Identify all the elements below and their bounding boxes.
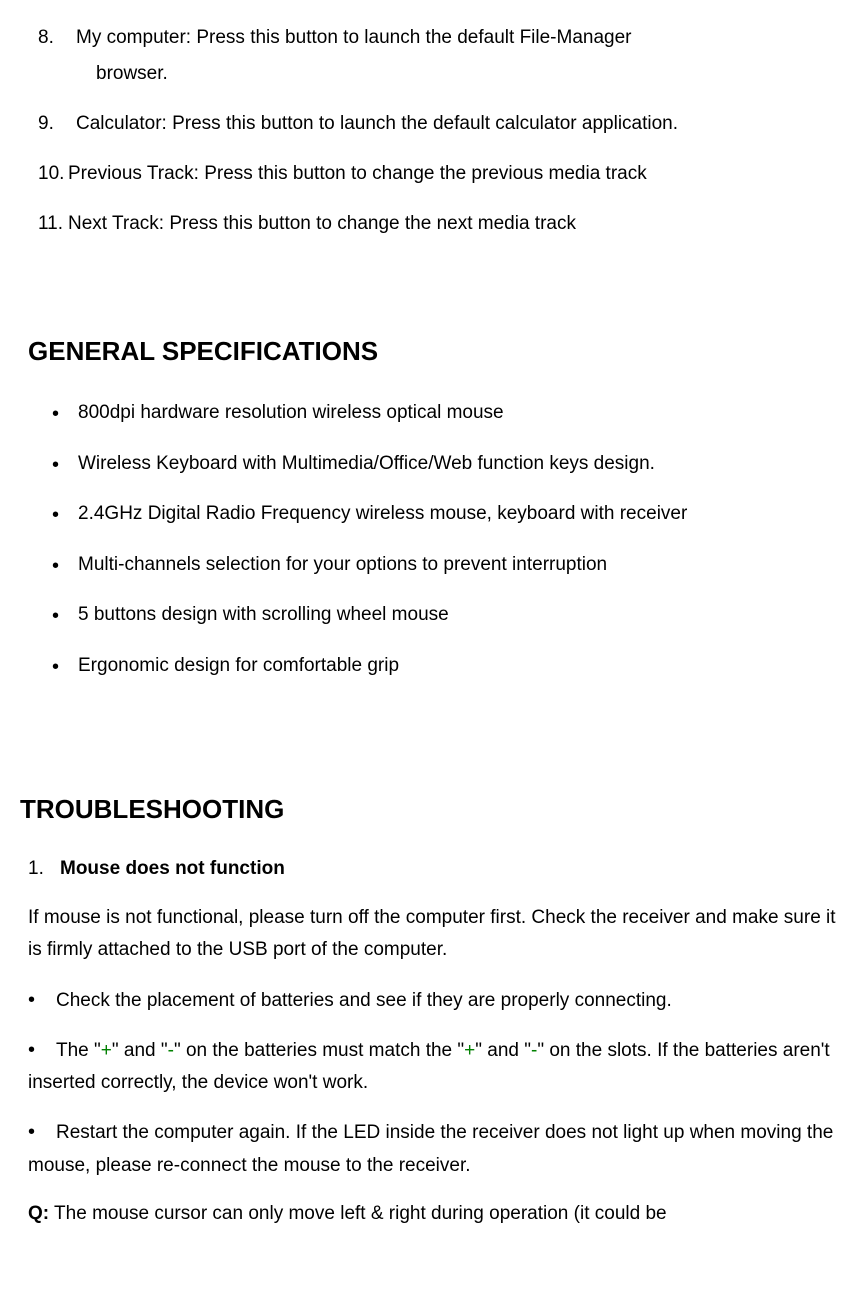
item-number: 11.	[38, 206, 68, 242]
q-text: The mouse cursor can only move left & ri…	[49, 1203, 666, 1224]
ts-question: Q: The mouse cursor can only move left &…	[28, 1198, 839, 1230]
ts-item-title: Mouse does not function	[60, 858, 285, 879]
spec-item: 5 buttons design with scrolling wheel mo…	[52, 601, 839, 630]
spec-item: Ergonomic design for comfortable grip	[52, 652, 839, 681]
list-item: 11.Next Track: Press this button to chan…	[48, 206, 839, 242]
list-item: 10.Previous Track: Press this button to …	[48, 156, 839, 192]
troubleshoot-heading: TROUBLESHOOTING	[20, 790, 839, 829]
list-item: 9.Calculator: Press this button to launc…	[48, 106, 839, 142]
item-text: Calculator: Press this button to launch …	[76, 113, 678, 134]
item-number: 9.	[38, 106, 76, 142]
ts-bullet-text: Check the placement of batteries and see…	[56, 990, 672, 1011]
bullet-icon: •	[28, 1115, 56, 1149]
list-item: 8.My computer: Press this button to laun…	[48, 20, 839, 92]
item-text: Next Track: Press this button to change …	[68, 213, 576, 234]
ts-bullet-item: •The "+" and "-" on the batteries must m…	[28, 1033, 839, 1100]
ts-bullet-text: The "+" and "-" on the batteries must ma…	[28, 1040, 830, 1093]
item-number: 8.	[38, 20, 76, 56]
ts-bullet-text: Restart the computer again. If the LED i…	[28, 1122, 833, 1175]
ts-bullet-item: •Restart the computer again. If the LED …	[28, 1115, 839, 1182]
item-text-cont: browser.	[48, 56, 839, 92]
numbered-list: 8.My computer: Press this button to laun…	[20, 20, 839, 242]
spec-item: 800dpi hardware resolution wireless opti…	[52, 399, 839, 428]
spec-item: Multi-channels selection for your option…	[52, 551, 839, 580]
spec-item: 2.4GHz Digital Radio Frequency wireless …	[52, 500, 839, 529]
plus-symbol: +	[464, 1040, 475, 1061]
specs-heading: GENERAL SPECIFICATIONS	[28, 332, 839, 371]
item-text: My computer: Press this button to launch…	[76, 27, 632, 48]
spec-item: Wireless Keyboard with Multimedia/Office…	[52, 450, 839, 479]
ts-bullet-item: •Check the placement of batteries and se…	[28, 983, 839, 1017]
bullet-icon: •	[28, 1033, 56, 1067]
bullet-icon: •	[28, 983, 56, 1017]
troubleshoot-section: TROUBLESHOOTING 1.Mouse does not functio…	[20, 790, 839, 1230]
ts-item-number: 1.	[28, 855, 60, 884]
plus-symbol: +	[101, 1040, 112, 1061]
specs-list: 800dpi hardware resolution wireless opti…	[20, 399, 839, 680]
q-label: Q:	[28, 1203, 49, 1224]
ts-paragraph: If mouse is not functional, please turn …	[28, 902, 839, 967]
ts-numbered-item: 1.Mouse does not function	[28, 855, 839, 884]
item-number: 10.	[38, 156, 68, 192]
item-text: Previous Track: Press this button to cha…	[68, 163, 647, 184]
